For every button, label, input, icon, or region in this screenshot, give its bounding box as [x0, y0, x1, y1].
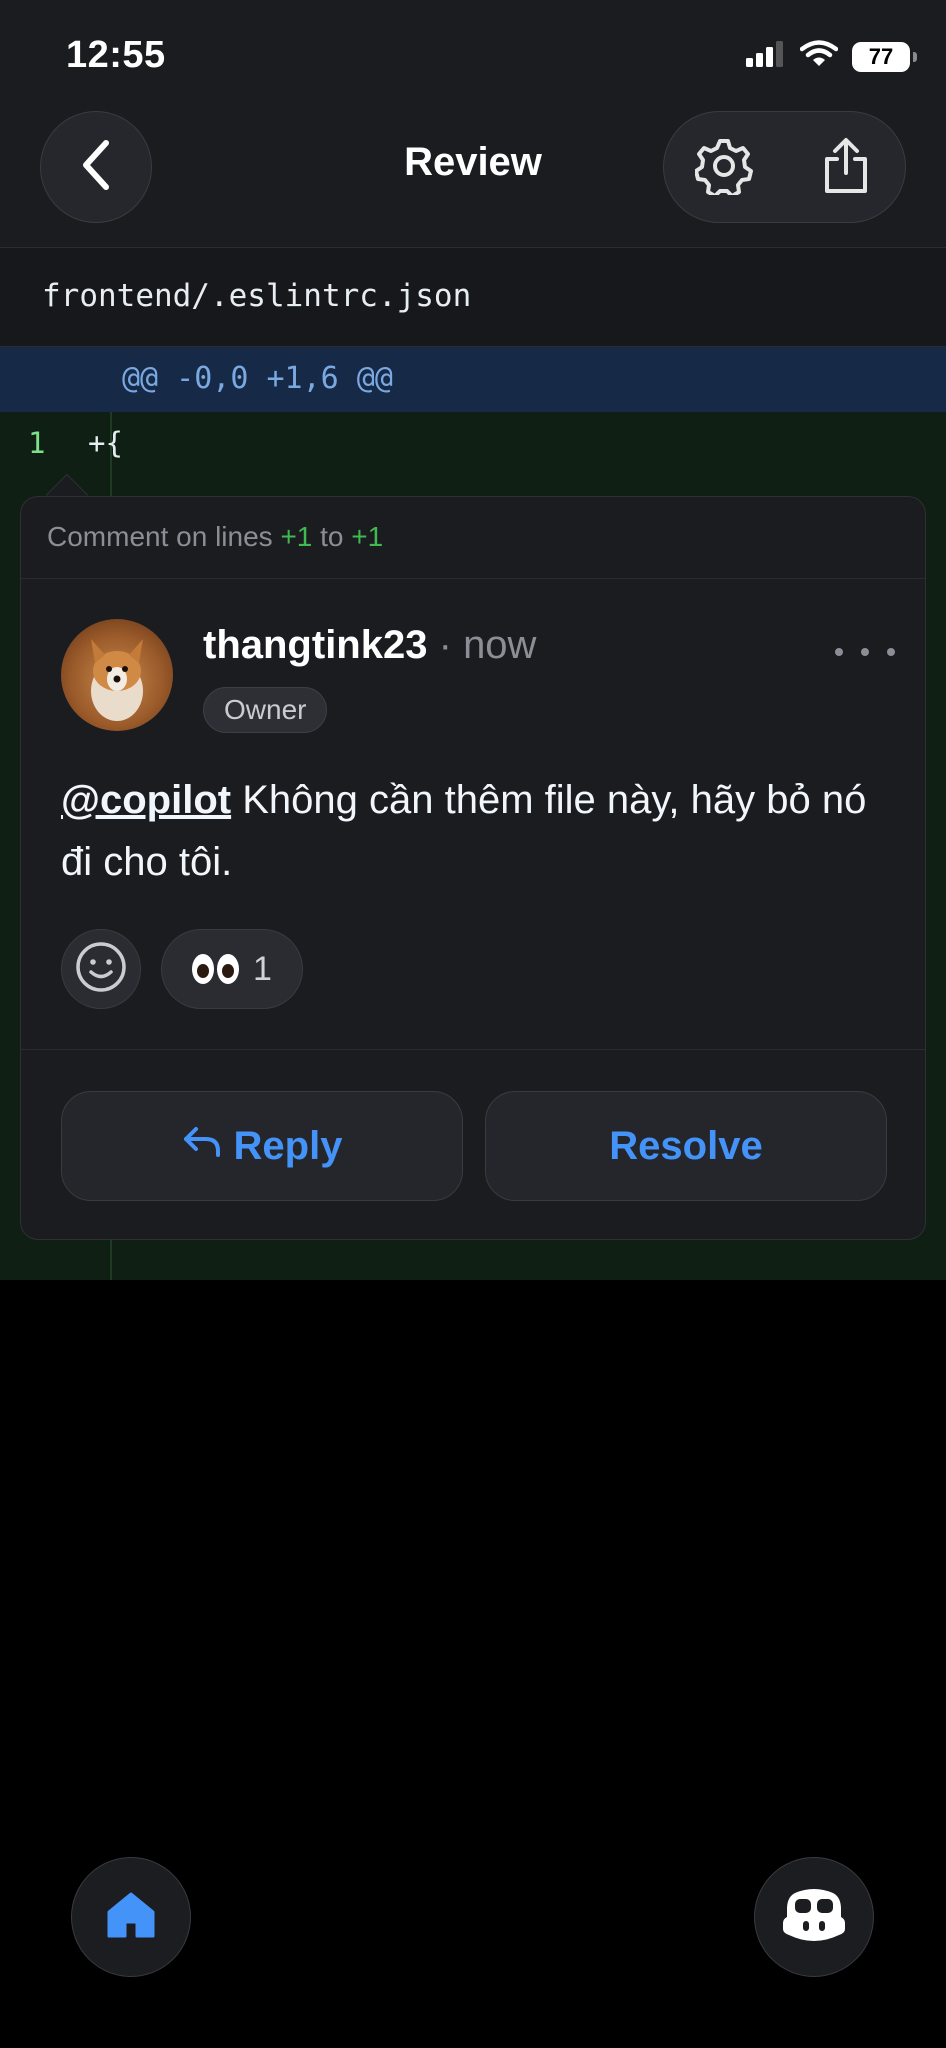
home-icon [106, 1891, 156, 1944]
battery-icon: 77 [852, 41, 917, 72]
share-icon [822, 137, 870, 200]
comment-context: Comment on lines +1 to +1 [47, 521, 383, 553]
reaction-eyes[interactable]: 1 [161, 929, 303, 1009]
more-dot [861, 648, 869, 656]
comment-timestamp: now [463, 623, 537, 667]
comment-body: @copilot Không cần thêm file này, hãy bỏ… [61, 769, 891, 893]
timestamp-separator: · [438, 623, 452, 667]
smiley-add-icon [74, 940, 128, 999]
divider [21, 1049, 925, 1050]
comment-author[interactable]: thangtink23 · now [203, 623, 536, 668]
status-time: 12:55 [66, 34, 166, 76]
line-number[interactable]: 1 [28, 426, 45, 460]
more-options-button[interactable] [835, 637, 895, 667]
comment-card: Comment on lines +1 to +1 thangtink23 · … [20, 496, 926, 1240]
hunk-header: @@ -0,0 +1,6 @@ [0, 347, 946, 412]
role-badge: Owner [203, 687, 328, 733]
wifi-icon [799, 40, 839, 73]
status-indicators: 77 [746, 40, 917, 73]
avatar[interactable] [61, 619, 173, 731]
comment-from-line: +1 [280, 521, 313, 552]
reply-arrow-icon [182, 1124, 222, 1169]
more-dot [887, 648, 895, 656]
comment-context-prefix: Comment on lines [47, 521, 273, 552]
copilot-icon [781, 1887, 847, 1948]
more-dots-icon [835, 648, 843, 656]
home-button[interactable] [71, 1857, 191, 1977]
author-name[interactable]: thangtink23 [203, 623, 427, 667]
line-code: +{ [88, 426, 123, 460]
mention-link[interactable]: @copilot [61, 778, 231, 822]
reply-label: Reply [233, 1123, 343, 1168]
resolve-label: Resolve [609, 1123, 763, 1168]
comment-to-word: to [320, 521, 344, 552]
signal-icon [746, 40, 786, 73]
comment-to-line: +1 [351, 521, 384, 552]
copilot-button[interactable] [754, 1857, 874, 1977]
eyes-emoji-icon [192, 954, 239, 984]
divider [21, 578, 925, 579]
file-header: frontend/.eslintrc.json [0, 247, 946, 347]
file-path: frontend/.eslintrc.json [42, 278, 472, 314]
reaction-count: 1 [253, 949, 272, 988]
reply-button[interactable]: Reply [61, 1091, 463, 1201]
header-actions [663, 111, 906, 223]
top-bar: 12:55 77 Review [0, 0, 946, 247]
hunk-range: @@ -0,0 +1,6 @@ [122, 361, 393, 396]
settings-button[interactable] [692, 136, 756, 200]
add-reaction-button[interactable] [61, 929, 141, 1009]
resolve-button[interactable]: Resolve [485, 1091, 887, 1201]
share-button[interactable] [814, 136, 878, 200]
gear-icon [694, 137, 753, 200]
